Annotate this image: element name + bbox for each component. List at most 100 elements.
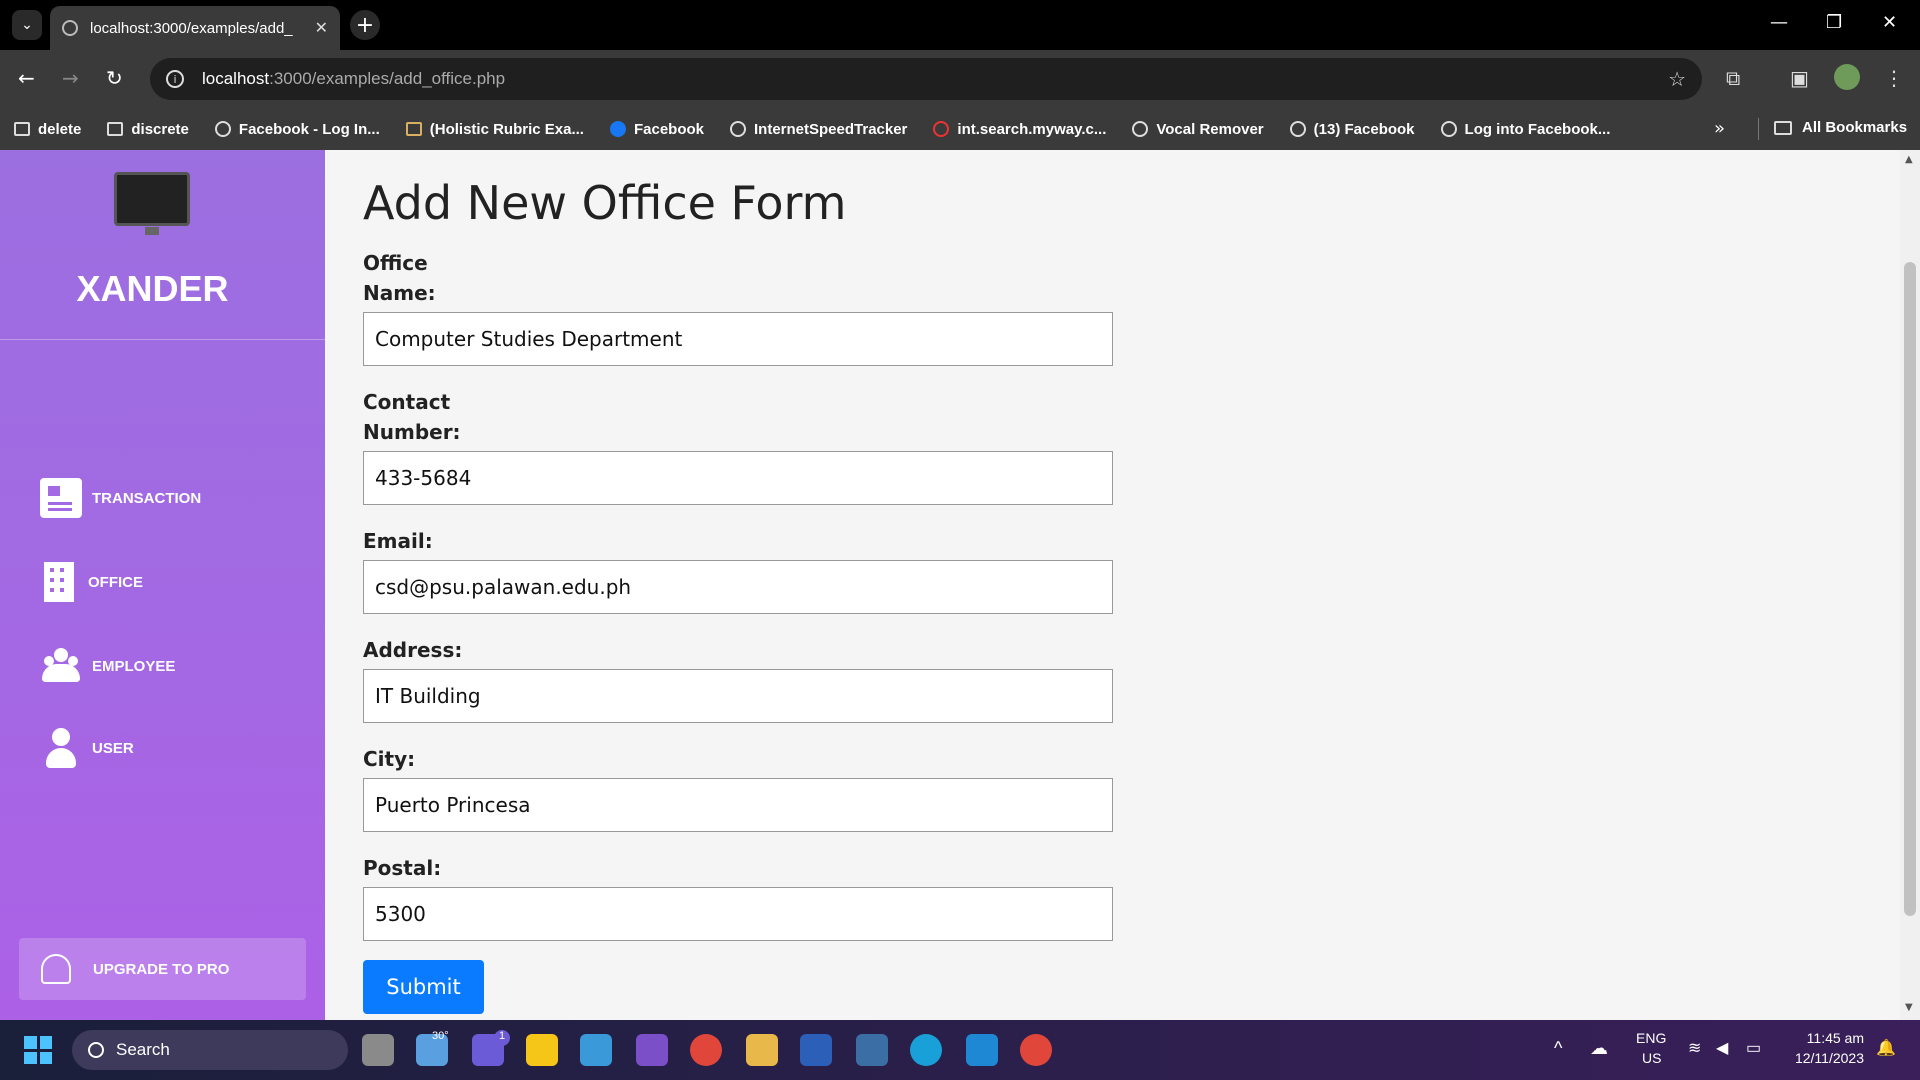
bookmark-log-into-facebook[interactable]: Log into Facebook... [1440, 121, 1610, 138]
bookmark-myway-search[interactable]: int.search.myway.c... [933, 121, 1106, 138]
sidebar-item-user[interactable]: USER [40, 728, 134, 768]
edge-icon[interactable] [910, 1034, 942, 1066]
bookmark-label: (13) Facebook [1313, 120, 1415, 138]
bookmark-label: int.search.myway.c... [957, 120, 1107, 138]
language-line-1[interactable]: ENG [1636, 1030, 1666, 1046]
sidebar: XANDER TRANSACTION OFFICE EMPLOYEE USER … [0, 150, 325, 1020]
newspaper-icon [40, 478, 82, 518]
chevron-up-icon[interactable]: ^ [1554, 1038, 1562, 1059]
bookmark-label: InternetSpeedTracker [754, 120, 908, 138]
taskbar: Search 30° 1 ^ ☁ ENG US ≋ ◀ ▭ 11:45 am 1… [0, 1020, 1920, 1080]
task-view-icon[interactable] [362, 1034, 394, 1066]
menu-icon[interactable]: ⋮ [1884, 66, 1904, 90]
postal-input[interactable] [363, 887, 1113, 941]
submit-button[interactable]: Submit [363, 960, 484, 1014]
new-tab-button[interactable]: + [350, 10, 380, 40]
folder-icon [14, 122, 30, 136]
bookmark-label: delete [38, 120, 82, 138]
mysql-workbench-icon[interactable] [856, 1034, 888, 1066]
bookmark-label: Vocal Remover [1156, 120, 1264, 138]
notepad-icon[interactable] [580, 1034, 612, 1066]
file-explorer-icon[interactable] [746, 1034, 778, 1066]
onedrive-icon[interactable]: ☁ [1590, 1038, 1608, 1059]
volume-icon[interactable]: ◀ [1716, 1038, 1728, 1058]
bookmark-holistic-rubric[interactable]: (Holistic Rubric Exa... [405, 120, 584, 138]
close-tab-icon[interactable]: ✕ [315, 18, 328, 38]
sidebar-item-employee[interactable]: EMPLOYEE [40, 646, 175, 686]
extensions-icon[interactable]: ⧉ [1726, 66, 1740, 90]
clock-date[interactable]: 12/11/2023 [1784, 1050, 1864, 1066]
globe-icon [730, 121, 746, 137]
address-bar[interactable]: i localhost:3000/examples/add_office.php… [150, 58, 1702, 100]
bookmark-star-icon[interactable]: ☆ [1668, 67, 1686, 91]
scroll-down-icon[interactable]: ▼ [1905, 1002, 1913, 1013]
back-icon[interactable]: ← [18, 66, 35, 90]
restore-icon[interactable]: ❐ [1826, 12, 1842, 33]
bookmark-vocal-remover[interactable]: Vocal Remover [1132, 120, 1264, 138]
chrome-active-icon[interactable] [1020, 1034, 1052, 1066]
sidebar-item-label: OFFICE [88, 573, 143, 591]
bookmark-label: Facebook [633, 120, 704, 138]
vscode-icon[interactable] [966, 1034, 998, 1066]
more-bookmarks-icon[interactable]: » [1714, 118, 1725, 139]
clock-time[interactable]: 11:45 am [1784, 1030, 1864, 1046]
brand-name: XANDER [76, 268, 229, 309]
globe-icon [214, 121, 231, 137]
page-scrollbar[interactable]: ▲ ▼ [1900, 150, 1920, 1020]
close-window-icon[interactable]: ✕ [1882, 12, 1897, 33]
chat-badge: 1 [494, 1030, 510, 1046]
reload-icon[interactable]: ↻ [106, 66, 123, 90]
browser-tab[interactable]: localhost:3000/examples/add_ ✕ [50, 6, 340, 50]
ufo-icon [41, 954, 71, 984]
upgrade-to-pro-button[interactable]: UPGRADE TO PRO [19, 938, 306, 1000]
email-input[interactable] [363, 560, 1113, 614]
tab-search-button[interactable]: ⌄ [12, 10, 42, 40]
wifi-icon[interactable]: ≋ [1688, 1038, 1701, 1058]
folder-icon [107, 122, 124, 136]
email-label: Email: [363, 529, 433, 553]
bookmark-label: (Holistic Rubric Exa... [429, 120, 584, 138]
search-icon [88, 1042, 104, 1058]
site-info-icon[interactable]: i [166, 70, 184, 88]
forward-icon[interactable]: → [62, 66, 79, 90]
bookmark-label: Facebook - Log In... [238, 120, 380, 138]
minimize-icon[interactable]: — [1770, 12, 1788, 33]
visual-studio-icon[interactable] [636, 1034, 668, 1066]
battery-icon[interactable]: ▭ [1746, 1038, 1761, 1058]
notification-icon[interactable]: 🔔 [1876, 1038, 1896, 1058]
side-panel-icon[interactable]: ▣ [1790, 66, 1809, 90]
globe-icon [1289, 121, 1306, 137]
language-line-2[interactable]: US [1642, 1050, 1661, 1066]
sidebar-item-label: TRANSACTION [92, 489, 202, 507]
globe-icon [1132, 121, 1149, 137]
word-icon[interactable] [800, 1034, 832, 1066]
bookmark-internet-speed-tracker[interactable]: InternetSpeedTracker [730, 121, 907, 138]
bookmark-delete[interactable]: delete [14, 121, 81, 138]
main-content: Add New Office Form Office Name: Contact… [325, 150, 1900, 1020]
globe-icon [62, 20, 78, 36]
weather-temp: 30° [432, 1030, 449, 1042]
facebook-icon [609, 121, 626, 137]
scrollbar-thumb[interactable] [1904, 262, 1916, 916]
contact-number-input[interactable] [363, 451, 1113, 505]
sticky-notes-icon[interactable] [526, 1034, 558, 1066]
bookmark-label: discrete [131, 120, 189, 138]
profile-avatar[interactable] [1834, 64, 1860, 90]
all-bookmarks-button[interactable]: All Bookmarks [1774, 119, 1907, 136]
bookmark-discrete[interactable]: discrete [107, 121, 189, 138]
chrome-icon[interactable] [690, 1034, 722, 1066]
bookmark-facebook[interactable]: Facebook [609, 120, 704, 138]
sidebar-divider [0, 339, 325, 340]
sidebar-item-transaction[interactable]: TRANSACTION [40, 478, 201, 518]
bookmarks-bar: delete discrete Facebook - Log In... (Ho… [0, 108, 1920, 150]
address-input[interactable] [363, 669, 1113, 723]
city-input[interactable] [363, 778, 1113, 832]
windows-start-icon[interactable] [24, 1036, 52, 1064]
bookmark-13-facebook[interactable]: (13) Facebook [1289, 120, 1415, 138]
office-name-label: Office Name: [363, 251, 436, 305]
office-name-input[interactable] [363, 312, 1113, 366]
bookmark-facebook-login[interactable]: Facebook - Log In... [214, 120, 380, 138]
scroll-up-icon[interactable]: ▲ [1905, 154, 1913, 165]
taskbar-search[interactable]: Search [72, 1030, 348, 1070]
sidebar-item-office[interactable]: OFFICE [40, 562, 143, 602]
